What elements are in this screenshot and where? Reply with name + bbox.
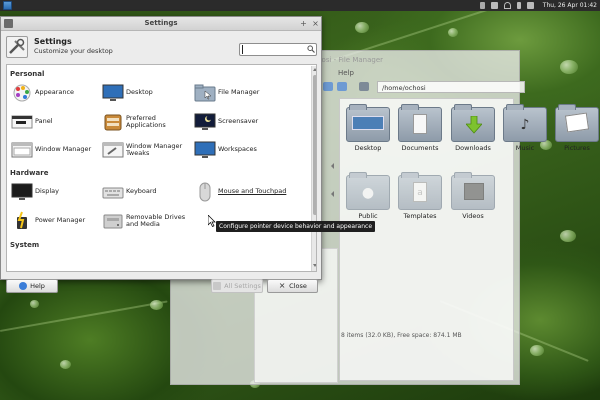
tooltip: Configure pointer device behavior and ap… xyxy=(216,221,376,232)
settings-tools-icon xyxy=(6,36,28,58)
all-settings-button[interactable]: All Settings xyxy=(211,279,263,293)
power-manager-icon xyxy=(17,211,27,229)
category-system: System xyxy=(10,241,40,249)
folder-templates[interactable]: a Templates xyxy=(396,172,444,220)
settings-content[interactable]: Personal Appearance Desktop File Manager… xyxy=(6,64,317,272)
item-workspaces[interactable]: Workspaces xyxy=(194,140,288,162)
item-keyboard[interactable]: Keyboard xyxy=(102,182,196,204)
notification-icon[interactable] xyxy=(490,2,498,9)
public-folder-icon: ● xyxy=(346,172,390,210)
panel-icon xyxy=(11,115,33,129)
water-drop xyxy=(355,22,369,33)
water-drop xyxy=(560,230,576,242)
water-drop xyxy=(530,345,544,356)
window-manager-icon xyxy=(11,142,33,158)
collapse-arrow-icon[interactable] xyxy=(331,191,334,197)
file-manager-icon xyxy=(194,84,216,102)
category-personal: Personal xyxy=(10,70,45,78)
downloads-folder-icon xyxy=(451,104,495,142)
videos-folder-icon xyxy=(451,172,495,210)
item-preferred-applications[interactable]: Preferred Applications xyxy=(102,112,196,134)
water-drop xyxy=(60,360,71,369)
settings-window[interactable]: Settings + × Settings Customize your des… xyxy=(0,16,376,293)
water-drop xyxy=(448,28,458,37)
desktop-icon xyxy=(102,84,124,101)
item-window-manager[interactable]: Window Manager xyxy=(11,140,105,162)
folder-desktop[interactable]: Desktop xyxy=(344,104,392,152)
item-power-manager[interactable]: Power Manager xyxy=(11,211,105,233)
water-drop xyxy=(560,60,578,74)
search-icon[interactable] xyxy=(307,45,315,53)
header-title: Settings xyxy=(34,37,72,46)
file-manager-statusbar: 8 items (32.0 KB), Free space: 874.1 MB xyxy=(341,332,462,339)
collapse-arrow-icon[interactable] xyxy=(331,163,334,169)
settings-titlebar[interactable]: Settings + × xyxy=(1,17,321,31)
window-title: Settings xyxy=(144,19,178,27)
wifi-icon[interactable] xyxy=(503,2,511,9)
clock[interactable]: Thu, 26 Apr 01:42 xyxy=(543,2,597,9)
all-settings-icon xyxy=(213,282,222,290)
preferred-applications-icon xyxy=(104,114,122,131)
item-panel[interactable]: Panel xyxy=(11,112,105,134)
header-subtitle: Customize your desktop xyxy=(34,47,113,55)
mouse-pointer-icon xyxy=(208,215,216,227)
category-hardware: Hardware xyxy=(10,169,49,177)
scroll-up-icon[interactable] xyxy=(313,68,316,71)
documents-folder-icon xyxy=(398,104,442,142)
item-appearance[interactable]: Appearance xyxy=(11,83,105,105)
item-removable-drives[interactable]: Removable Drives and Media xyxy=(102,211,196,233)
folder-videos[interactable]: Videos xyxy=(449,172,497,220)
item-desktop[interactable]: Desktop xyxy=(102,83,196,105)
help-icon xyxy=(19,282,28,290)
content-scrollbar[interactable] xyxy=(311,66,316,271)
window-manager-tweaks-icon xyxy=(102,142,124,158)
applications-menu-button[interactable] xyxy=(3,1,12,10)
scrollbar-thumb[interactable] xyxy=(313,75,316,215)
mouse-icon xyxy=(199,182,211,202)
text-cursor xyxy=(242,45,243,54)
item-screensaver[interactable]: Screensaver xyxy=(194,112,288,134)
item-mouse-and-touchpad[interactable]: Mouse and Touchpad xyxy=(194,182,288,204)
volume-icon[interactable] xyxy=(526,2,534,9)
maximize-icon[interactable]: + xyxy=(299,19,308,28)
folder-public[interactable]: ● Public xyxy=(344,172,392,220)
item-file-manager[interactable]: File Manager xyxy=(194,83,288,105)
system-tray: Thu, 26 Apr 01:42 xyxy=(479,2,597,9)
location-bar[interactable]: /home/ochosi xyxy=(377,81,525,93)
pictures-folder-icon xyxy=(555,104,599,142)
appearance-icon xyxy=(13,84,31,102)
water-drop xyxy=(30,300,39,308)
battery-icon[interactable] xyxy=(479,2,485,9)
back-icon[interactable] xyxy=(323,82,333,91)
bluetooth-icon[interactable] xyxy=(516,2,521,9)
home-icon[interactable] xyxy=(359,82,369,91)
removable-drives-icon xyxy=(103,214,123,229)
close-button[interactable]: × Close xyxy=(267,279,318,293)
screensaver-icon xyxy=(194,113,216,130)
folder-music[interactable]: ♪ Music xyxy=(501,104,549,152)
display-icon xyxy=(11,183,33,200)
scroll-down-icon[interactable] xyxy=(313,264,316,267)
help-button[interactable]: Help xyxy=(6,279,58,293)
top-panel: Thu, 26 Apr 01:42 xyxy=(0,0,600,11)
reload-icon[interactable] xyxy=(337,82,347,91)
music-folder-icon: ♪ xyxy=(503,104,547,142)
folder-documents[interactable]: Documents xyxy=(396,104,444,152)
keyboard-icon xyxy=(102,187,124,199)
item-display[interactable]: Display xyxy=(11,182,105,204)
item-window-manager-tweaks[interactable]: Window Manager Tweaks xyxy=(102,140,196,162)
workspaces-icon xyxy=(194,141,216,158)
desktop-folder-icon xyxy=(346,104,390,142)
water-drop xyxy=(150,300,163,310)
templates-folder-icon: a xyxy=(398,172,442,210)
close-icon[interactable]: × xyxy=(311,19,320,28)
close-button-icon: × xyxy=(278,281,286,290)
folder-pictures[interactable]: Pictures xyxy=(553,104,600,152)
folder-downloads[interactable]: Downloads xyxy=(449,104,497,152)
leaf-vein xyxy=(0,300,168,332)
menu-help[interactable]: Help xyxy=(338,69,354,77)
search-input[interactable] xyxy=(239,43,317,56)
